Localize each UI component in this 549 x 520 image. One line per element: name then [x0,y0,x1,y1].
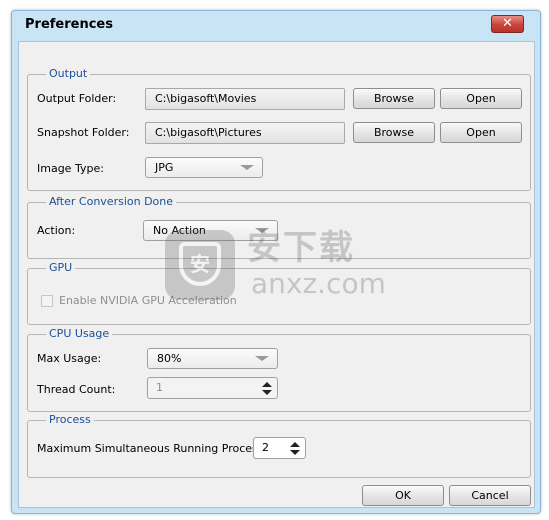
preferences-window: Preferences ✕ Output Output Folder: C:\b… [11,10,541,514]
cpu-usage-group: CPU Usage Max Usage: 80% Thread Count: 1 [27,327,531,412]
max-processes-stepper[interactable]: 2 [253,437,306,459]
image-type-label: Image Type: [37,162,104,175]
max-usage-label: Max Usage: [37,352,102,365]
thread-count-value: 1 [156,381,163,394]
gpu-group: GPU Enable NVIDIA GPU Acceleration [27,261,531,325]
process-group: Process Maximum Simultaneous Running Pro… [27,413,531,478]
chevron-down-icon [255,228,269,233]
action-label: Action: [37,224,76,237]
snapshot-folder-label: Snapshot Folder: [37,126,130,139]
chevron-down-icon [255,356,269,361]
chevron-down-icon [240,165,254,170]
output-folder-field[interactable]: C:\bigasoft\Movies [145,88,345,110]
max-processes-value: 2 [262,441,269,454]
after-conversion-legend: After Conversion Done [46,195,177,209]
nvidia-gpu-label: Enable NVIDIA GPU Acceleration [59,294,237,307]
output-browse-button[interactable]: Browse [353,88,435,109]
window-title: Preferences [25,17,113,32]
action-dropdown[interactable]: No Action [143,220,278,241]
image-type-dropdown[interactable]: JPG [145,157,263,178]
cancel-button[interactable]: Cancel [449,485,531,506]
gpu-legend: GPU [46,261,76,275]
output-legend: Output [46,67,91,81]
ok-button[interactable]: OK [362,485,444,506]
after-conversion-group: After Conversion Done Action: No Action [27,195,531,259]
snapshot-folder-field[interactable]: C:\bigasoft\Pictures [145,122,345,144]
spin-updown-icon[interactable] [262,382,273,396]
max-usage-value: 80% [157,352,182,365]
image-type-value: JPG [155,161,174,174]
output-open-button[interactable]: Open [440,88,522,109]
cpu-usage-legend: CPU Usage [46,327,113,341]
max-processes-label: Maximum Simultaneous Running Processes: [37,442,280,455]
close-button[interactable]: ✕ [491,15,524,33]
close-icon: ✕ [502,16,513,31]
process-legend: Process [46,413,94,427]
thread-count-label: Thread Count: [37,383,116,396]
output-folder-label: Output Folder: [37,92,117,105]
spin-updown-icon[interactable] [290,442,301,456]
output-group: Output Output Folder: C:\bigasoft\Movies… [27,67,531,191]
thread-count-stepper[interactable]: 1 [147,377,278,399]
nvidia-gpu-checkbox[interactable] [41,295,53,307]
snapshot-browse-button[interactable]: Browse [353,122,435,143]
dialog-client-area: Output Output Folder: C:\bigasoft\Movies… [18,41,535,508]
snapshot-open-button[interactable]: Open [440,122,522,143]
action-value: No Action [153,224,206,237]
max-usage-dropdown[interactable]: 80% [147,348,278,369]
